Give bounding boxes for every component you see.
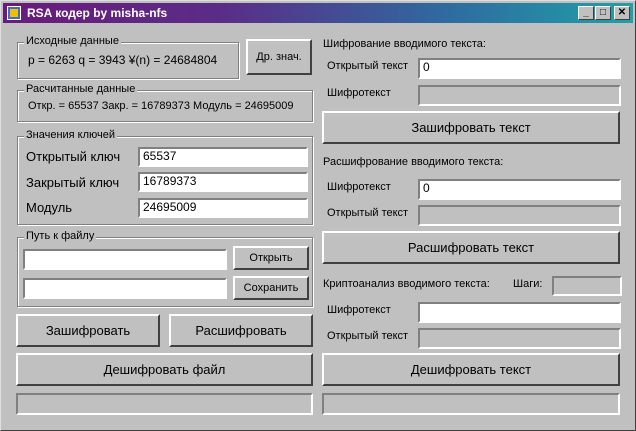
encrypt-open-text-field[interactable]: 0 xyxy=(418,58,621,79)
crypto-cipher-label: Шифротекст xyxy=(327,304,391,316)
encrypt-text-heading: Шифрование вводимого текста: xyxy=(323,38,486,50)
cryptoanalysis-heading: Криптоанализ вводимого текста: xyxy=(323,278,490,290)
source-data-group: Исходные данные p = 6263 q = 3943 ¥(n) =… xyxy=(17,35,239,79)
status-field-right xyxy=(322,393,620,415)
modulus-field[interactable]: 24695009 xyxy=(138,198,308,218)
calculated-data-group: Расчитанные данные Откр. = 65537 Закр. =… xyxy=(17,83,313,122)
source-data-values: p = 6263 q = 3943 ¥(n) = 24684804 xyxy=(28,53,218,67)
decrypt-cipher-field[interactable]: 0 xyxy=(418,179,621,200)
decipher-text-button[interactable]: Дешифровать текст xyxy=(322,353,620,386)
title-bar[interactable]: RSA кодер by misha-nfs _ □ ✕ xyxy=(3,3,633,23)
steps-label: Шаги: xyxy=(513,278,543,290)
decrypt-open-text-field[interactable] xyxy=(418,205,621,226)
decrypt-open-text-label: Открытый текст xyxy=(327,207,409,219)
source-data-label: Исходные данные xyxy=(24,35,121,47)
status-field-left xyxy=(16,393,313,415)
open-file-path-field[interactable] xyxy=(23,249,227,270)
encrypt-cipher-field[interactable] xyxy=(418,85,621,106)
main-window: RSA кодер by misha-nfs _ □ ✕ Исходные да… xyxy=(0,0,636,431)
steps-field xyxy=(552,276,622,296)
encrypt-open-text-label: Открытый текст xyxy=(327,60,409,72)
crypto-open-text-label: Открытый текст xyxy=(327,330,409,342)
minimize-button[interactable]: _ xyxy=(578,6,594,20)
save-file-button[interactable]: Сохранить xyxy=(233,276,309,300)
other-values-button[interactable]: Др. знач. xyxy=(246,39,312,75)
open-file-button[interactable]: Открыть xyxy=(233,246,309,270)
decrypt-file-button[interactable]: Расшифровать xyxy=(169,314,313,347)
encrypt-file-button[interactable]: Зашифровать xyxy=(16,314,160,347)
modulus-label: Модуль xyxy=(26,200,73,215)
private-key-label: Закрытый ключ xyxy=(26,175,120,190)
app-icon xyxy=(7,6,21,20)
crypto-cipher-field[interactable] xyxy=(418,302,621,323)
save-file-path-field[interactable] xyxy=(23,278,227,299)
calculated-data-label: Расчитанные данные xyxy=(24,83,138,95)
encrypt-text-button[interactable]: Зашифровать текст xyxy=(322,111,620,144)
file-path-label: Путь к файлу xyxy=(24,230,97,242)
decipher-file-button[interactable]: Дешифровать файл xyxy=(16,353,313,386)
window-title: RSA кодер by misha-nfs xyxy=(27,6,168,20)
decrypt-text-button[interactable]: Расшифровать текст xyxy=(322,231,620,264)
public-key-label: Открытый ключ xyxy=(26,149,121,164)
decrypt-cipher-label: Шифротекст xyxy=(327,181,391,193)
private-key-field[interactable]: 16789373 xyxy=(138,172,308,192)
maximize-button[interactable]: □ xyxy=(595,6,611,20)
public-key-field[interactable]: 65537 xyxy=(138,147,308,167)
crypto-open-text-field[interactable] xyxy=(418,328,621,349)
calculated-data-values: Откр. = 65537 Закр. = 16789373 Модуль = … xyxy=(28,100,294,112)
encrypt-cipher-label: Шифротекст xyxy=(327,87,391,99)
close-button[interactable]: ✕ xyxy=(614,6,630,20)
decrypt-text-heading: Расшифрование вводимого текста: xyxy=(323,156,504,168)
keys-group-label: Значения ключей xyxy=(24,129,118,141)
